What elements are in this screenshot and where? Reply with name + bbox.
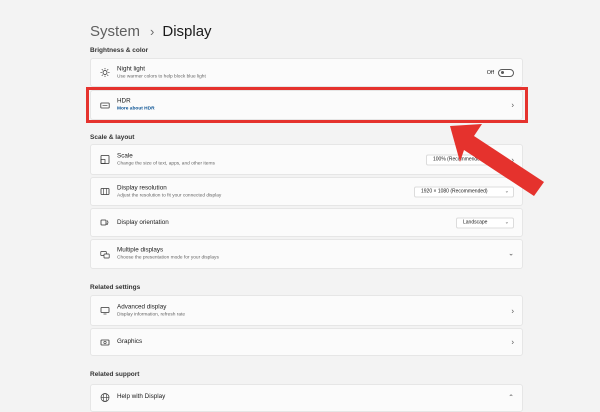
section-brightness-color: Brightness & color [90, 47, 149, 54]
graphics-title: Graphics [117, 338, 143, 345]
orientation-dropdown[interactable]: Landscape ⌄ [456, 217, 514, 228]
resolution-icon [99, 186, 110, 197]
resolution-subtitle: Adjust the resolution to fit your connec… [117, 193, 222, 198]
night-light-toggle[interactable] [498, 68, 514, 77]
multiple-displays-icon [99, 249, 110, 260]
red-arrow-icon [450, 124, 544, 196]
section-scale-layout: Scale & layout [90, 134, 135, 141]
advanced-display-title: Advanced display [117, 303, 167, 310]
chevron-down-icon: ⌄ [504, 219, 509, 225]
section-related-settings: Related settings [90, 284, 141, 291]
hdr-highlight-box [86, 87, 528, 123]
night-light-subtitle: Use warmer colors to help block blue lig… [117, 74, 206, 79]
multiple-displays-row[interactable]: Multiple displays Choose the presentatio… [90, 239, 523, 269]
orientation-icon [99, 217, 110, 228]
section-related-support: Related support [90, 371, 140, 378]
advanced-display-row[interactable]: Advanced display Display information, re… [90, 295, 523, 326]
night-light-toggle-label: Off [486, 69, 494, 76]
chevron-up-icon: ⌃ [508, 394, 514, 402]
chevron-down-icon: ⌄ [508, 250, 514, 258]
chevron-right-icon: › [511, 306, 514, 315]
night-light-title: Night light [117, 65, 146, 72]
monitor-icon [99, 305, 110, 316]
multiple-displays-title: Multiple displays [117, 246, 164, 254]
scale-title: Scale [117, 152, 133, 159]
toggle-knob [501, 71, 504, 74]
help-with-display-row[interactable]: Help with Display ⌃ [90, 384, 523, 412]
scale-subtitle: Change the size of text, apps, and other… [117, 161, 215, 166]
chevron-right-icon: › [511, 337, 514, 347]
display-orientation-row[interactable]: Display orientation Landscape ⌄ [90, 208, 523, 237]
breadcrumb-separator: › [150, 23, 155, 39]
breadcrumb: System › Display [90, 20, 212, 42]
graphics-icon [99, 337, 110, 348]
orientation-title: Display orientation [117, 218, 169, 226]
scale-icon [99, 154, 110, 165]
resolution-title: Display resolution [117, 184, 167, 191]
page-title: Display [162, 22, 212, 40]
globe-icon [99, 392, 110, 403]
multiple-displays-subtitle: Choose the presentation mode for your di… [117, 255, 219, 261]
night-light-row[interactable]: Night light Use warmer colors to help bl… [90, 58, 523, 87]
breadcrumb-system[interactable]: System [90, 23, 140, 40]
graphics-row[interactable]: Graphics › [90, 328, 523, 356]
orientation-dropdown-value: Landscape [463, 219, 488, 225]
sun-icon [99, 67, 110, 78]
advanced-display-subtitle: Display information, refresh rate [117, 312, 185, 317]
